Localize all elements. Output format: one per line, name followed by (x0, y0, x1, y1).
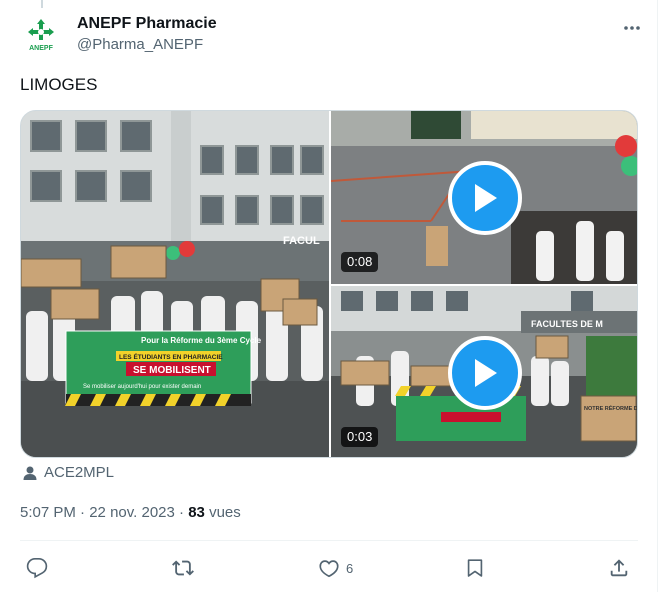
video-duration: 0:08 (341, 252, 379, 272)
video-duration: 0:03 (341, 427, 379, 447)
action-bar: 6 (20, 556, 640, 580)
play-button[interactable] (448, 160, 522, 235)
reply-button[interactable] (26, 556, 54, 580)
svg-text:Se mobiliser aujourd'hui pour: Se mobiliser aujourd'hui pour exister de… (83, 384, 201, 390)
retweet-icon (172, 560, 194, 576)
meta-separator: · (80, 504, 86, 521)
thread-connector (41, 0, 43, 8)
tweet-header: ANEPF ANEPF Pharmacie @Pharma_ANEPF (20, 12, 650, 60)
svg-text:FACUL: FACUL (283, 235, 320, 247)
like-button[interactable]: 6 (318, 556, 353, 580)
author-display-name[interactable]: ANEPF Pharmacie (77, 14, 217, 34)
play-icon (475, 183, 497, 212)
column-border (657, 0, 658, 592)
retweet-button[interactable] (172, 556, 200, 580)
svg-text:LES ÉTUDIANTS EN PHARMACIE: LES ÉTUDIANTS EN PHARMACIE (119, 352, 223, 361)
tagged-user[interactable]: ACE2MPL (22, 464, 114, 481)
tweet-time[interactable]: 5:07 PM (20, 504, 76, 521)
anepf-logo-icon: ANEPF (28, 19, 54, 52)
bookmark-icon (467, 559, 483, 577)
svg-text:SE MOBILISENT: SE MOBILISENT (133, 365, 211, 376)
play-icon (475, 358, 497, 387)
more-options-icon[interactable] (622, 18, 642, 38)
bookmark-button[interactable] (464, 556, 492, 580)
views-count: 83 (188, 504, 205, 521)
meta-separator: · (179, 504, 185, 521)
views-label: vues (209, 504, 241, 521)
tweet-meta: 5:07 PM · 22 nov. 2023 · 83 vues (20, 503, 241, 523)
tweet-text: LIMOGES (20, 75, 98, 94)
play-button[interactable] (448, 335, 522, 410)
like-count: 6 (346, 560, 354, 576)
tagged-user-label[interactable]: ACE2MPL (44, 464, 114, 481)
media-video[interactable]: 0:08 (331, 111, 637, 284)
svg-text:NOTRE RÉFORME D'AUJOURD'HUI: NOTRE RÉFORME D'AUJOURD'HUI (584, 404, 638, 412)
protest-photo: FACUL Pour la Réforme du 3ème Cycle LES … (21, 111, 329, 457)
heart-icon (319, 560, 339, 578)
svg-text:Pour la Réforme du 3ème Cycle: Pour la Réforme du 3ème Cycle (141, 336, 262, 345)
avatar[interactable]: ANEPF (20, 14, 62, 56)
svg-text:ANEPF: ANEPF (29, 45, 53, 52)
share-button[interactable] (608, 556, 630, 580)
author-handle[interactable]: @Pharma_ANEPF (77, 34, 217, 56)
svg-text:FACULTES DE M: FACULTES DE M (531, 319, 603, 329)
divider (20, 540, 638, 541)
media-photo[interactable]: FACUL Pour la Réforme du 3ème Cycle LES … (21, 111, 329, 457)
share-icon (610, 559, 628, 577)
reply-icon (26, 558, 48, 579)
media-grid: FACUL Pour la Réforme du 3ème Cycle LES … (20, 110, 638, 458)
person-icon (23, 466, 37, 480)
tweet-date[interactable]: 22 nov. 2023 (89, 504, 175, 521)
media-video[interactable]: FACULTES DE M NOTRE RÉFORME D'AUJOURD'HU… (331, 286, 638, 457)
